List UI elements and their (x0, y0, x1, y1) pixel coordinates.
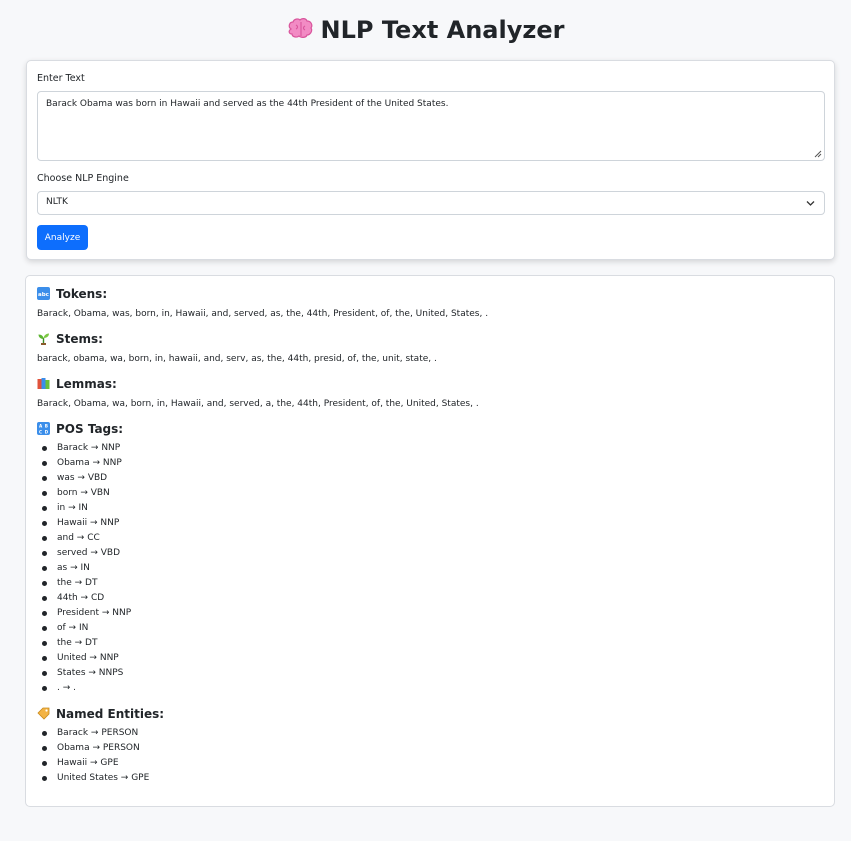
pos-heading: A B C D POS Tags: (37, 422, 123, 436)
list-item: Barack → PERSON (41, 726, 149, 741)
results-card: abc Tokens: Barack, Obama, was, born, in… (25, 275, 835, 807)
symbols-icon: A B C D (37, 422, 50, 435)
list-item: Barack → NNP (41, 441, 131, 456)
list-item: was → VBD (41, 471, 131, 486)
stems-text: barack, obama, wa, born, in, hawaii, and… (37, 354, 437, 364)
list-item: States → NNPS (41, 666, 131, 681)
list-item: United → NNP (41, 651, 131, 666)
list-item: of → IN (41, 621, 131, 636)
lemmas-text: Barack, Obama, wa, born, in, Hawaii, and… (37, 399, 479, 409)
text-input[interactable]: Barack Obama was born in Hawaii and serv… (37, 91, 825, 161)
title-text: NLP Text Analyzer (320, 16, 565, 44)
svg-text:B: B (45, 424, 48, 429)
brain-icon (288, 18, 312, 38)
entity-list: Barack → PERSON Obama → PERSON Hawaii → GP… (26, 726, 149, 786)
stems-heading-text: Stems: (56, 332, 103, 346)
abc-icon: abc (37, 287, 50, 300)
lemmas-heading-text: Lemmas: (56, 377, 117, 391)
engine-label: Choose NLP Engine (37, 173, 129, 184)
text-input-value: Barack Obama was born in Hawaii and serv… (46, 99, 449, 109)
list-item: 44th → CD (41, 591, 131, 606)
input-card: Enter Text Barack Obama was born in Hawa… (26, 60, 835, 260)
pos-tag-list: Barack → NNP Obama → NNP was → VBD born → V… (26, 441, 131, 696)
list-item: President → NNP (41, 606, 131, 621)
list-item: and → CC (41, 531, 131, 546)
pos-heading-text: POS Tags: (56, 422, 124, 436)
list-item: Obama → NNP (41, 456, 131, 471)
svg-text:abc: abc (38, 292, 49, 298)
list-item: United States → GPE (41, 771, 149, 786)
entities-heading-text: Named Entities: (56, 707, 165, 721)
list-item: the → DT (41, 576, 131, 591)
page-title: NLP Text Analyzer (0, 14, 851, 46)
engine-select[interactable]: NLTK (37, 191, 825, 215)
tokens-text: Barack, Obama, was, born, in, Hawaii, an… (37, 309, 489, 319)
engine-select-value: NLTK (46, 197, 68, 207)
lemmas-heading: Lemmas: (37, 377, 117, 391)
analyze-button[interactable]: Analyze (37, 225, 88, 250)
entities-heading: Named Entities: (37, 707, 164, 721)
list-item: in → IN (41, 501, 131, 516)
text-label: Enter Text (37, 73, 85, 84)
chevron-down-icon (806, 201, 815, 206)
books-icon (37, 378, 50, 389)
list-item: born → VBN (41, 486, 131, 501)
list-item: served → VBD (41, 546, 131, 561)
tokens-heading: abc Tokens: (37, 287, 107, 301)
list-item: Hawaii → GPE (41, 756, 149, 771)
resize-handle-icon[interactable] (814, 150, 822, 158)
label-tag-icon (37, 707, 50, 720)
svg-text:D: D (45, 429, 49, 434)
list-item: Hawaii → NNP (41, 516, 131, 531)
list-item: . → . (41, 681, 131, 696)
tokens-heading-text: Tokens: (56, 287, 108, 301)
seedling-icon (38, 333, 49, 345)
list-item: the → DT (41, 636, 131, 651)
stems-heading: Stems: (37, 332, 103, 346)
list-item: as → IN (41, 561, 131, 576)
svg-text:C: C (39, 429, 42, 434)
list-item: Obama → PERSON (41, 741, 149, 756)
